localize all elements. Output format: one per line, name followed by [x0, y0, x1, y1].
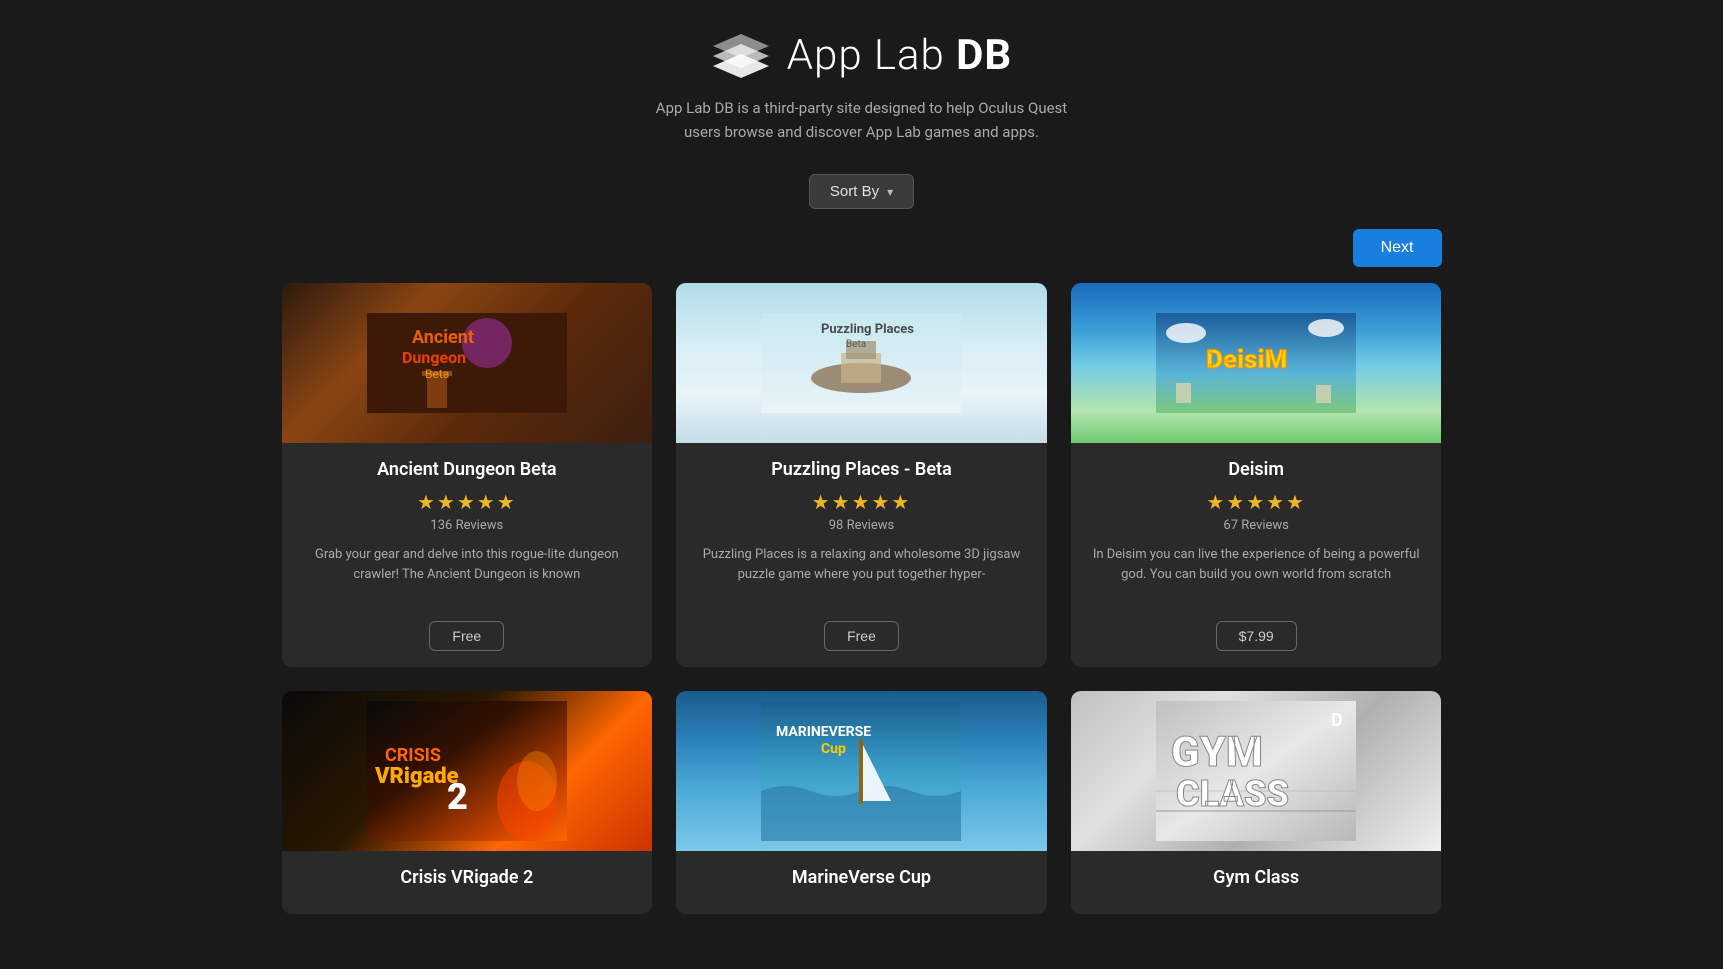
svg-text:Beta: Beta: [846, 339, 866, 350]
reviews-count: 98 Reviews: [692, 518, 1031, 533]
card-title: Crisis VRigade 2: [298, 867, 637, 888]
star-rating: ★★★★★: [692, 490, 1031, 514]
next-row: Next: [282, 229, 1442, 267]
next-button[interactable]: Next: [1353, 229, 1442, 267]
svg-text:GYM: GYM: [1171, 728, 1263, 777]
star-rating: ★★★★★: [1087, 490, 1426, 514]
svg-text:CRISIS: CRISIS: [385, 745, 441, 766]
game-card-puzzling-places-beta[interactable]: Puzzling Places Beta Puzzling Places - B…: [676, 283, 1047, 667]
card-body-deisim: Deisim ★★★★★ 67 Reviews In Deisim you ca…: [1071, 443, 1442, 667]
card-image-crisis-vrigade-2: CRISIS VRigade 2: [282, 691, 653, 851]
card-body-marineverse-cup: MarineVerse Cup: [676, 851, 1047, 914]
card-title: Puzzling Places - Beta: [692, 459, 1031, 480]
svg-text:CLASS: CLASS: [1176, 773, 1289, 815]
game-card-gym-class[interactable]: GYM CLASS D Gym Class: [1071, 691, 1442, 914]
card-title: Gym Class: [1087, 867, 1426, 888]
description: Grab your gear and delve into this rogue…: [298, 545, 637, 605]
card-body-puzzling-places-beta: Puzzling Places - Beta ★★★★★ 98 Reviews …: [676, 443, 1047, 667]
logo-row: App Lab DB: [711, 30, 1012, 80]
price-button[interactable]: Free: [824, 621, 899, 651]
card-body-ancient-dungeon-beta: Ancient Dungeon Beta ★★★★★ 136 Reviews G…: [282, 443, 653, 667]
game-card-deisim[interactable]: DeisiM Deisim ★★★★★ 67 Reviews In Deisim…: [1071, 283, 1442, 667]
svg-text:Cup: Cup: [821, 741, 846, 757]
svg-text:DeisiM: DeisiM: [1206, 345, 1287, 375]
description: Puzzling Places is a relaxing and wholes…: [692, 545, 1031, 605]
svg-text:VRigade: VRigade: [374, 764, 459, 789]
card-body-crisis-vrigade-2: Crisis VRigade 2: [282, 851, 653, 914]
price-button[interactable]: Free: [429, 621, 504, 651]
reviews-count: 136 Reviews: [298, 518, 637, 533]
card-title: MarineVerse Cup: [692, 867, 1031, 888]
card-image-ancient-dungeon-beta: Ancient Dungeon Beta: [282, 283, 653, 443]
svg-text:D: D: [1331, 710, 1343, 731]
logo-text: App Lab DB: [787, 31, 1012, 80]
card-title: Deisim: [1087, 459, 1426, 480]
game-card-ancient-dungeon-beta[interactable]: Ancient Dungeon Beta Ancient Dungeon Bet…: [282, 283, 653, 667]
controls-row: Sort By ▾: [282, 174, 1442, 209]
svg-text:Ancient: Ancient: [412, 327, 474, 348]
description: In Deisim you can live the experience of…: [1087, 545, 1426, 605]
star-rating: ★★★★★: [298, 490, 637, 514]
svg-text:Beta: Beta: [425, 367, 449, 381]
reviews-count: 67 Reviews: [1087, 518, 1426, 533]
sort-caret-icon: ▾: [887, 185, 893, 199]
app-logo-icon: [711, 30, 771, 80]
game-card-crisis-vrigade-2[interactable]: CRISIS VRigade 2 Crisis VRigade 2: [282, 691, 653, 914]
games-grid: Ancient Dungeon Beta Ancient Dungeon Bet…: [282, 283, 1442, 914]
card-image-gym-class: GYM CLASS D: [1071, 691, 1442, 851]
svg-text:Dungeon: Dungeon: [402, 348, 466, 367]
svg-text:MARINEVERSE: MARINEVERSE: [776, 724, 871, 740]
header: App Lab DB App Lab DB is a third-party s…: [282, 30, 1442, 144]
card-body-gym-class: Gym Class: [1071, 851, 1442, 914]
svg-text:Puzzling Places: Puzzling Places: [821, 322, 914, 337]
sort-by-button[interactable]: Sort By ▾: [809, 174, 914, 209]
card-title: Ancient Dungeon Beta: [298, 459, 637, 480]
game-card-marineverse-cup[interactable]: MARINEVERSE Cup MarineVerse Cup: [676, 691, 1047, 914]
tagline: App Lab DB is a third-party site designe…: [656, 96, 1067, 144]
card-image-puzzling-places-beta: Puzzling Places Beta: [676, 283, 1047, 443]
price-button[interactable]: $7.99: [1216, 621, 1297, 651]
card-image-deisim: DeisiM: [1071, 283, 1442, 443]
svg-text:2: 2: [447, 776, 468, 818]
card-image-marineverse-cup: MARINEVERSE Cup: [676, 691, 1047, 851]
